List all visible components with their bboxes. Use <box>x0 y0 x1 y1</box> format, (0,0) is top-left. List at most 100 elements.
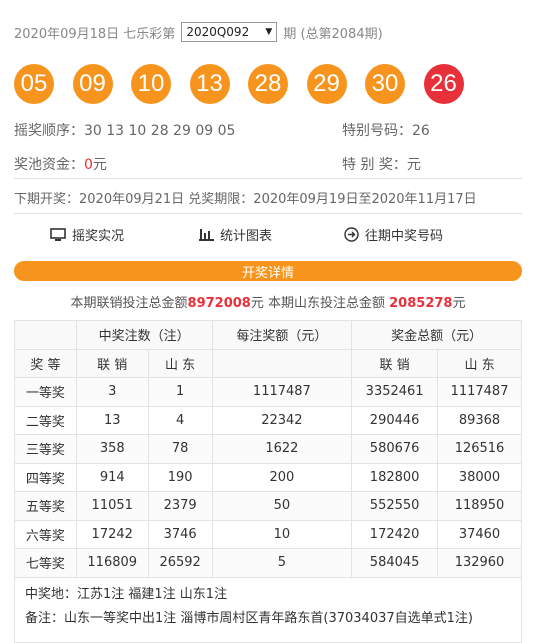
ball: 13 <box>189 64 230 104</box>
ball: 10 <box>131 64 171 104</box>
charts-label: 统计图表 <box>220 229 273 244</box>
prize-pool-label: 奖池资金： <box>14 157 84 173</box>
prize-level: 六等奖 <box>14 519 77 549</box>
winning-numbers: 05 09 10 13 28 29 30 26 <box>14 64 482 104</box>
special-ball: 26 <box>423 64 464 104</box>
winners-shandong: 2379 <box>147 491 213 521</box>
winners-shandong: 4 <box>147 405 213 435</box>
total-union: 552550 <box>351 491 439 521</box>
shandong-sales-amount: 2085278 <box>389 296 453 311</box>
winners-shandong: 3746 <box>147 519 213 549</box>
table-row: 四等奖 914 190 200 182800 38000 <box>14 462 522 492</box>
winners-location: 中奖地：江苏1注 福建1注 山东1注 <box>25 587 228 602</box>
subheader-shandong: 山 东 <box>147 348 213 378</box>
issue-suffix: 期 (总第2084期) <box>283 26 383 42</box>
winners-union: 17242 <box>75 519 149 549</box>
winners-union: 11051 <box>75 491 149 521</box>
totals-prefix: 本期联销投注总金额 <box>70 296 188 311</box>
draw-order-label: 摇奖顺序： <box>14 123 84 139</box>
draw-notes: 中奖地：江苏1注 福建1注 山东1注 备注：山东一等奖中出1注 淄博市周村区青年… <box>14 571 522 643</box>
draw-details-bar: 开奖详情 <box>14 261 522 281</box>
winners-union: 358 <box>75 434 149 464</box>
special-prize-label: 特 别 奖： <box>342 157 407 173</box>
total-shandong: 89368 <box>437 405 522 435</box>
sales-totals: 本期联销投注总金额8972008元 本期山东投注总金额 2085278元 <box>0 292 536 311</box>
issue-select[interactable]: 2020Q092 ▼ <box>181 22 278 42</box>
header-winners: 中奖注数（注） <box>75 320 213 350</box>
history-label: 往期中奖号码 <box>365 229 444 244</box>
winners-union: 914 <box>75 462 149 492</box>
special-number-value: 26 <box>412 123 430 139</box>
per-prize: 50 <box>211 491 353 521</box>
per-prize: 10 <box>211 519 353 549</box>
union-sales-amount: 8972008 <box>187 296 251 311</box>
total-shandong: 1117487 <box>437 377 522 407</box>
header-blank <box>14 320 77 350</box>
prize-level: 三等奖 <box>14 434 77 464</box>
header-total-prize: 奖金总额（元） <box>351 320 522 350</box>
per-prize: 200 <box>211 462 353 492</box>
total-union: 580676 <box>351 434 439 464</box>
total-shandong: 118950 <box>437 491 522 521</box>
table-row: 五等奖 11051 2379 50 552550 118950 <box>14 491 522 521</box>
chevron-down-icon: ▼ <box>265 27 273 37</box>
special-number: 特别号码：26 <box>342 120 430 140</box>
total-union: 182800 <box>351 462 439 492</box>
per-prize: 1622 <box>211 434 353 464</box>
charts-link[interactable]: 统计图表 <box>199 225 272 244</box>
special-prize: 特 别 奖：元 <box>342 154 421 174</box>
per-prize: 22342 <box>211 405 353 435</box>
ball: 09 <box>72 64 113 104</box>
winners-union: 3 <box>75 377 149 407</box>
bar-chart-icon <box>199 228 214 241</box>
header-level: 奖 等 <box>14 348 77 378</box>
live-draw-link[interactable]: 摇奖实况 <box>50 225 124 244</box>
ball: 30 <box>365 64 405 104</box>
draw-order: 摇奖顺序：30 13 10 28 29 09 05 <box>14 120 235 140</box>
live-draw-label: 摇奖实况 <box>72 229 125 244</box>
subheader-union: 联 销 <box>75 348 149 378</box>
draw-date-label: 2020年09月18日 七乐彩第 <box>14 26 176 42</box>
per-prize: 1117487 <box>211 377 353 407</box>
prize-level: 四等奖 <box>14 462 77 492</box>
winners-shandong: 190 <box>147 462 213 492</box>
total-union: 290446 <box>351 405 439 435</box>
ball: 05 <box>14 64 54 104</box>
draw-header: 2020年09月18日 七乐彩第 2020Q092 ▼ 期 (总第2084期) <box>14 20 383 44</box>
issue-select-value: 2020Q092 <box>186 25 250 39</box>
total-shandong: 37460 <box>437 519 522 549</box>
total-shandong: 38000 <box>437 462 522 492</box>
table-header-row: 中奖注数（注） 每注奖额（元） 奖金总额（元） <box>14 320 522 350</box>
total-shandong: 126516 <box>437 434 522 464</box>
winners-shandong: 1 <box>147 377 213 407</box>
next-draw-info: 下期开奖：2020年09月21日 兑奖期限：2020年09月19日至2020年1… <box>14 192 477 207</box>
ball: 29 <box>306 64 347 104</box>
special-number-label: 特别号码： <box>342 123 412 139</box>
subheader-union: 联 销 <box>351 348 439 378</box>
draw-order-value: 30 13 10 28 29 09 05 <box>84 123 236 139</box>
total-union: 172420 <box>351 519 439 549</box>
prize-level: 五等奖 <box>14 491 77 521</box>
table-row: 六等奖 17242 3746 10 172420 37460 <box>14 519 522 549</box>
table-row: 一等奖 3 1 1117487 3352461 1117487 <box>14 377 522 407</box>
table-row: 三等奖 358 78 1622 580676 126516 <box>14 434 522 464</box>
history-link[interactable]: 往期中奖号码 <box>344 225 443 244</box>
winners-shandong: 78 <box>147 434 213 464</box>
prize-level: 二等奖 <box>14 405 77 435</box>
header-per-prize: 每注奖额（元） <box>211 320 353 350</box>
winners-union: 13 <box>75 405 149 435</box>
prize-table: 中奖注数（注） 每注奖额（元） 奖金总额（元） 奖 等 联 销 山 东 联 销 … <box>14 320 522 578</box>
ball: 28 <box>248 64 288 104</box>
prize-level: 一等奖 <box>14 377 77 407</box>
totals-suffix: 元 <box>452 296 466 311</box>
totals-middle: 元 本期山东投注总金额 <box>250 296 385 311</box>
monitor-icon <box>50 227 66 242</box>
table-row: 二等奖 13 4 22342 290446 89368 <box>14 405 522 435</box>
prize-pool-value: 0 <box>84 157 93 173</box>
subheader-blank <box>211 348 353 378</box>
prize-pool-unit: 元 <box>92 157 107 173</box>
divider <box>14 213 522 214</box>
special-prize-value: 元 <box>406 157 421 173</box>
remark: 备注：山东一等奖中出1注 淄博市周村区青年路东首(37034037自选单式1注) <box>25 611 473 626</box>
total-union: 3352461 <box>351 377 439 407</box>
